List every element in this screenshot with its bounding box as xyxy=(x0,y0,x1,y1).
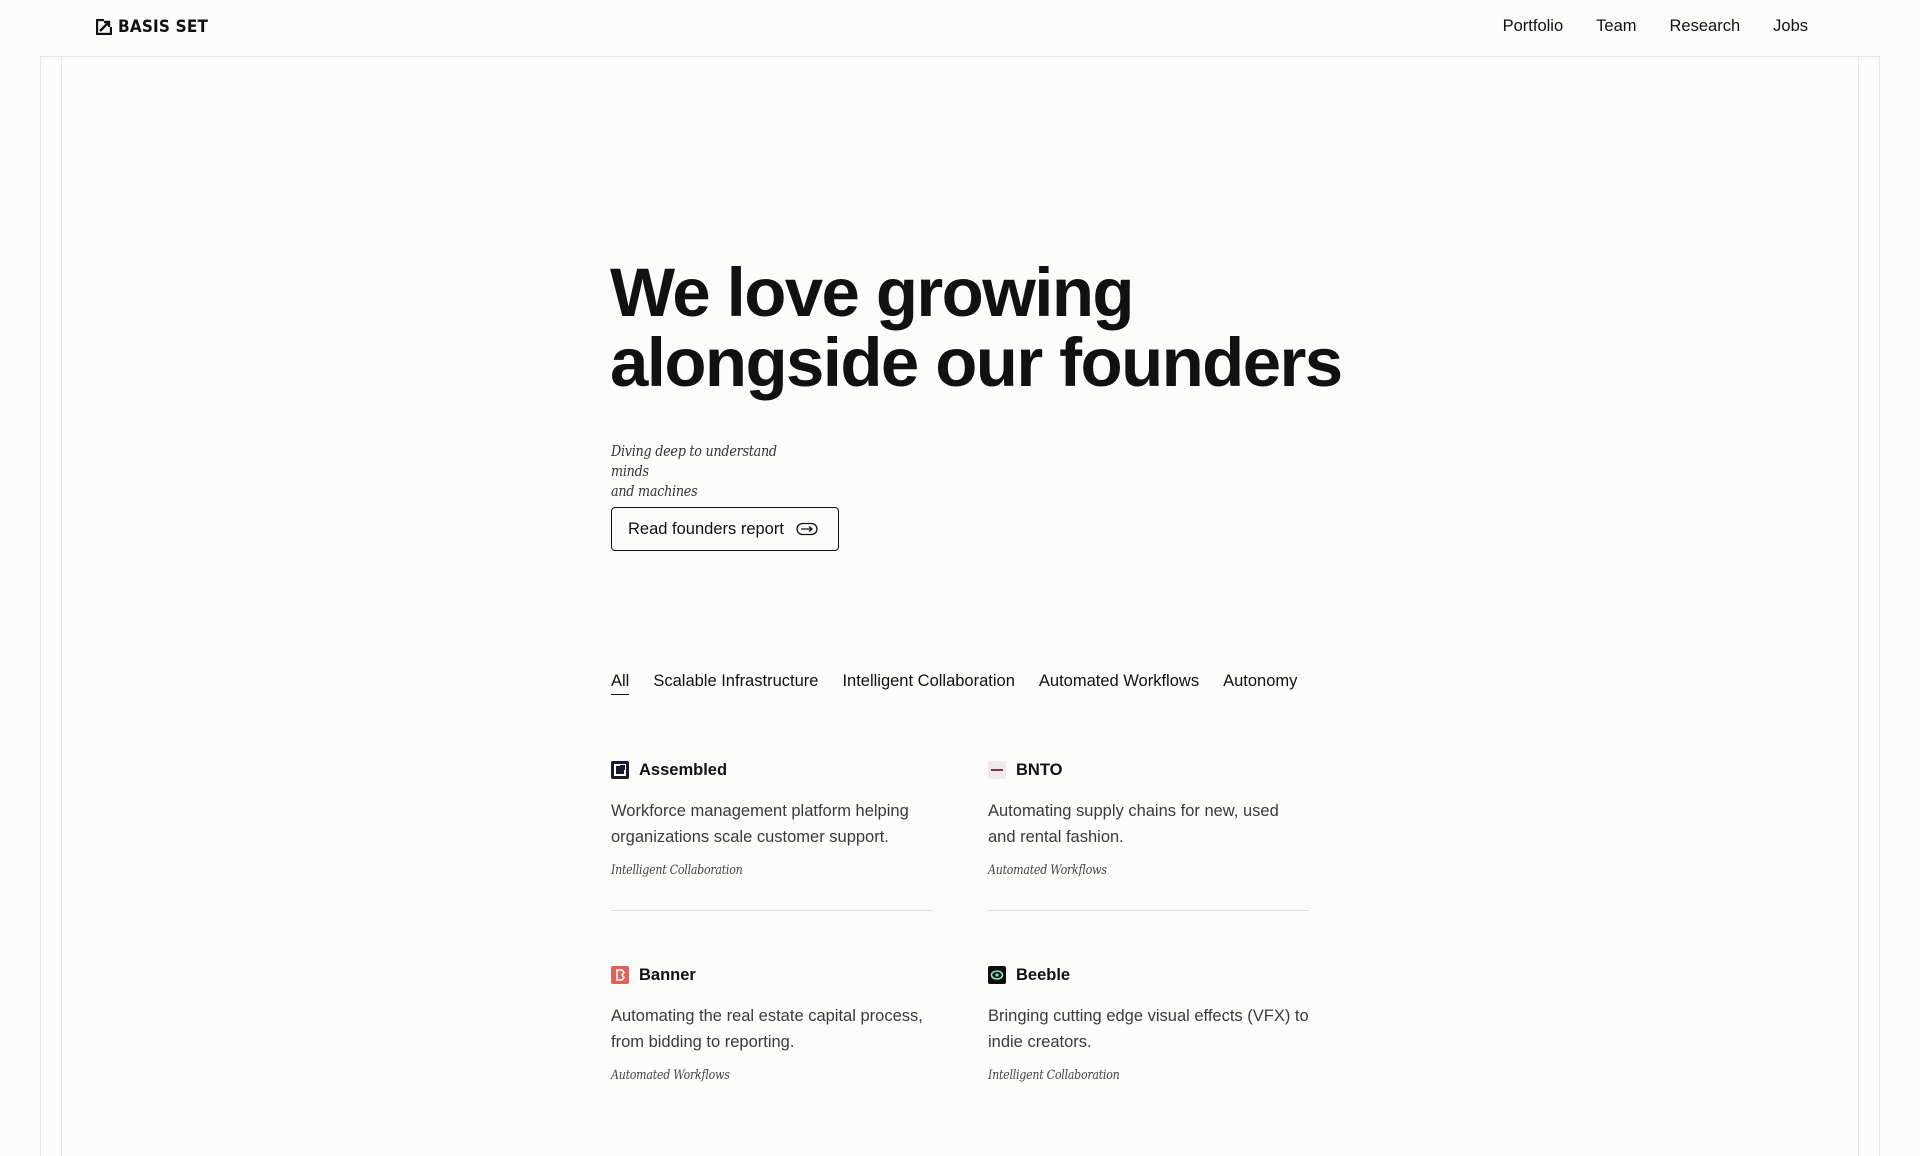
hero-title-line-1: We love growing xyxy=(610,254,1135,331)
tab-scalable-infrastructure[interactable]: Scalable Infrastructure xyxy=(653,672,818,695)
assembled-logo-icon xyxy=(611,761,629,779)
page-frame-inner xyxy=(61,56,1859,1156)
company-category-tag: Automated Workflows xyxy=(611,1068,730,1083)
company-card-banner[interactable]: Banner Automating the real estate capita… xyxy=(611,965,932,1083)
tab-all[interactable]: All xyxy=(611,672,630,695)
company-card-header: BNTO xyxy=(988,760,1309,780)
company-description: Automating the real estate capital proce… xyxy=(611,1007,923,1051)
company-category-tag: Intelligent Collaboration xyxy=(988,1068,1120,1083)
company-name: Assembled xyxy=(639,760,728,779)
company-description: Bringing cutting edge visual effects (VF… xyxy=(988,1007,1309,1051)
company-card-beeble[interactable]: Beeble Bringing cutting edge visual effe… xyxy=(988,965,1309,1083)
nav-research[interactable]: Research xyxy=(1670,17,1741,36)
read-founders-report-button[interactable]: Read founders report xyxy=(611,507,839,551)
hero-title-line-2: alongside our founders xyxy=(610,324,1343,401)
beeble-logo-icon xyxy=(988,966,1006,984)
company-card-header: Banner xyxy=(611,965,932,985)
nav-jobs[interactable]: Jobs xyxy=(1773,17,1808,36)
hero-subtitle-line-1: Diving deep to understand minds xyxy=(611,442,777,480)
company-description: Workforce management platform helping or… xyxy=(611,802,909,846)
nav-team[interactable]: Team xyxy=(1596,17,1636,36)
company-card-bnto[interactable]: BNTO Automating supply chains for new, u… xyxy=(988,760,1309,911)
company-name: Beeble xyxy=(1016,965,1071,984)
hero-subtitle: Diving deep to understand minds and mach… xyxy=(611,441,815,501)
card-divider xyxy=(988,910,1309,911)
tab-automated-workflows[interactable]: Automated Workflows xyxy=(1039,672,1199,695)
company-card-header: Beeble xyxy=(988,965,1309,985)
logo-text: BASIS SET xyxy=(118,17,209,37)
banner-logo-icon xyxy=(611,966,629,984)
company-category-tag: Intelligent Collaboration xyxy=(611,863,743,878)
company-card-header: Assembled xyxy=(611,760,932,780)
company-category-tag: Automated Workflows xyxy=(988,863,1107,878)
basis-set-logo[interactable]: BASIS SET xyxy=(96,17,218,37)
nav-portfolio[interactable]: Portfolio xyxy=(1503,17,1564,36)
hero-subtitle-line-2: and machines xyxy=(611,482,698,500)
main-nav: Portfolio Team Research Jobs xyxy=(1503,17,1808,36)
cta-label: Read founders report xyxy=(628,519,784,538)
company-card-assembled[interactable]: Assembled Workforce management platform … xyxy=(611,760,932,911)
tab-autonomy[interactable]: Autonomy xyxy=(1223,672,1297,695)
company-name: BNTO xyxy=(1016,760,1063,779)
company-name: Banner xyxy=(639,965,696,984)
bnto-logo-icon xyxy=(988,761,1006,779)
logo-arrow-icon xyxy=(96,19,112,35)
arrow-pill-icon xyxy=(796,522,818,536)
company-description: Automating supply chains for new, used a… xyxy=(988,802,1279,846)
tab-intelligent-collaboration[interactable]: Intelligent Collaboration xyxy=(842,672,1014,695)
top-navigation-bar: BASIS SET Portfolio Team Research Jobs xyxy=(0,0,1920,56)
card-divider xyxy=(611,910,932,911)
category-filter-tabs: All Scalable Infrastructure Intelligent … xyxy=(611,672,1297,695)
hero-title: We love growing alongside our founders xyxy=(610,258,1370,398)
